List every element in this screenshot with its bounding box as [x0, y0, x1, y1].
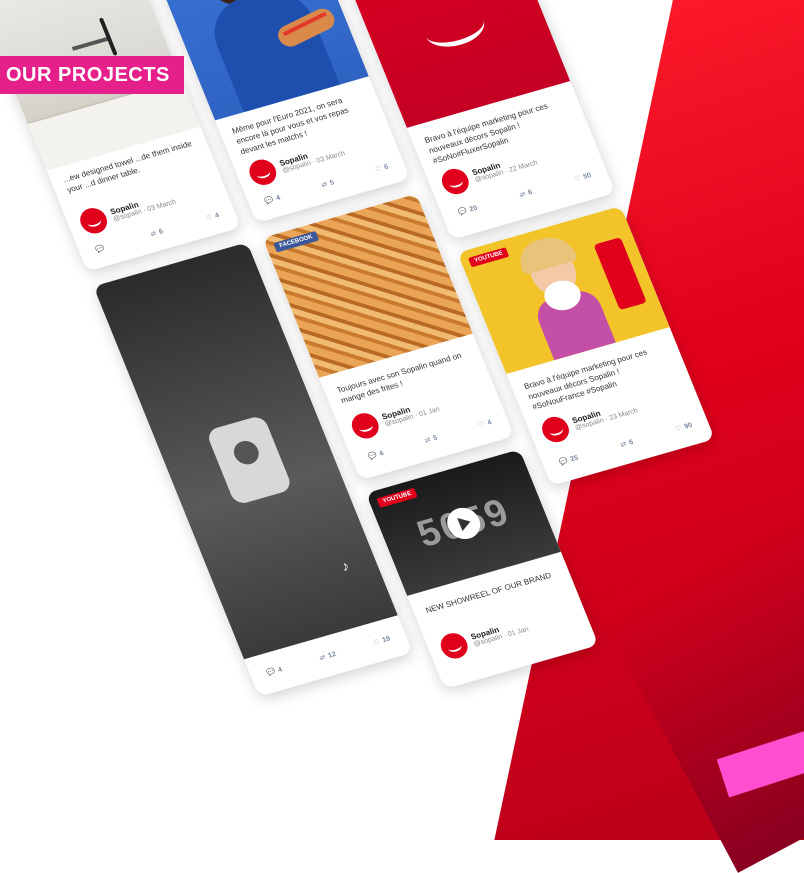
reply-count: 4 — [276, 665, 284, 674]
fries-image — [262, 193, 473, 378]
reply-count: 4 — [275, 194, 282, 202]
like-button[interactable]: ♡ 4 — [205, 211, 221, 223]
retweet-count: 6 — [157, 227, 165, 236]
reply-button[interactable]: 💬 4 — [264, 194, 282, 205]
reply-button[interactable]: 💬 4 — [367, 449, 385, 461]
sopalin-logo-icon — [245, 156, 281, 188]
reply-count: 25 — [569, 454, 580, 463]
like-button[interactable]: ♡ 6 — [374, 163, 390, 174]
our-projects-tag: OUR PROJECTS — [0, 56, 184, 94]
post-card-girl[interactable]: YOUTUBE Bravo à l'équipe marketing pour … — [457, 205, 715, 486]
retweet-count: 6 — [526, 188, 534, 197]
like-count: 50 — [582, 171, 593, 181]
retweet-button[interactable]: ⇄ 6 — [619, 438, 635, 449]
like-count: 19 — [381, 634, 392, 644]
sopalin-logo-icon — [437, 165, 473, 198]
like-count: 4 — [486, 418, 493, 427]
reply-count: 20 — [468, 204, 479, 213]
retweet-button[interactable]: ⇄ 6 — [518, 188, 534, 200]
reply-button[interactable]: 💬 4 — [265, 665, 283, 677]
post-author[interactable]: Sopalin @sopalin · 01 Jan — [436, 613, 532, 662]
sopalin-logo-icon — [436, 630, 472, 662]
tiktok-icon: ♪ — [338, 557, 352, 575]
retweet-button[interactable]: ⇄ 12 — [318, 650, 338, 663]
retweet-count: 6 — [627, 438, 635, 446]
retweet-button[interactable]: ⇄ 6 — [149, 227, 165, 239]
like-button[interactable]: ♡ 4 — [477, 418, 493, 430]
retweet-count: 12 — [326, 650, 338, 660]
sopalin-logo-icon — [76, 205, 112, 237]
reply-button[interactable]: 💬 — [94, 243, 108, 254]
retweet-count: 5 — [432, 434, 439, 442]
reply-count: 4 — [378, 449, 385, 458]
like-button[interactable]: ♡ 19 — [372, 635, 391, 647]
reply-button[interactable]: 💬 20 — [457, 204, 479, 216]
like-button[interactable]: ♡ 90 — [674, 421, 693, 433]
like-count: 4 — [213, 211, 221, 220]
retweet-count: 5 — [328, 178, 336, 187]
like-count: 90 — [683, 421, 694, 431]
sopalin-logo-icon — [347, 410, 383, 442]
retweet-button[interactable]: ⇄ 5 — [423, 434, 439, 445]
sopalin-logo-icon — [538, 413, 573, 446]
like-count: 6 — [383, 163, 390, 171]
reply-button[interactable]: 💬 25 — [558, 454, 580, 466]
retweet-button[interactable]: ⇄ 5 — [320, 178, 336, 190]
like-button[interactable]: ♡ 50 — [573, 171, 593, 184]
